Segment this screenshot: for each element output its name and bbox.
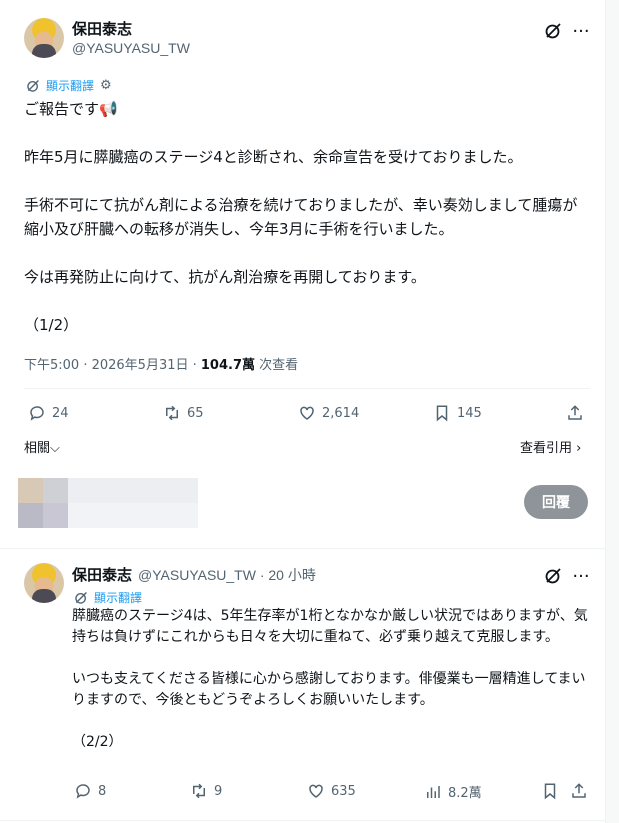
avatar[interactable] — [24, 563, 64, 603]
heart-icon — [309, 784, 323, 798]
bookmark-action[interactable]: 145 — [433, 404, 482, 422]
reply-count: 24 — [52, 405, 69, 421]
grok-icon — [27, 79, 39, 92]
bookmark-icon — [436, 405, 448, 422]
bookmark-count: 145 — [457, 405, 482, 421]
translate-label[interactable]: 顯示翻譯 — [94, 589, 142, 606]
view-count: 104.7萬 — [200, 358, 256, 373]
reply-action[interactable]: 24 — [28, 404, 69, 422]
retweet-count: 65 — [187, 405, 204, 421]
divider — [24, 388, 590, 389]
gear-icon[interactable]: ⚙ — [100, 78, 112, 93]
timestamp[interactable]: 下午5:00 · 2026年5月31日 · — [24, 358, 201, 373]
views-count: 8.2萬 — [448, 786, 482, 801]
translate-row[interactable]: 顯示翻譯 ⚙ — [26, 77, 112, 94]
share-icon — [572, 783, 586, 798]
views-label: 次查看 — [255, 358, 299, 373]
retweet-icon — [193, 783, 205, 799]
reply-icon — [76, 784, 90, 799]
tweet-text: ご報告です📢 昨年5月に膵臓癌のステージ4と診断され、余命宣告を受けておりました… — [24, 100, 578, 334]
author-name[interactable]: 保田泰志 — [72, 18, 132, 39]
reply-button[interactable]: 回覆 — [524, 485, 588, 519]
avatar[interactable] — [24, 18, 64, 58]
like-count: 2,614 — [322, 405, 360, 421]
retweet-action[interactable]: 9 — [190, 782, 222, 800]
composer-placeholder[interactable] — [68, 478, 198, 528]
reply-header: 保田泰志 @YASUYASU_TW · 20 小時 — [72, 564, 316, 585]
analytics-icon — [427, 785, 440, 798]
share-action[interactable] — [566, 404, 584, 422]
grok-icon — [75, 591, 87, 604]
reply-count: 8 — [98, 783, 107, 799]
related-link[interactable]: 相關⌵ — [24, 437, 60, 456]
reply-icon — [30, 406, 44, 421]
share-icon — [568, 405, 582, 420]
retweet-action[interactable]: 65 — [163, 404, 204, 422]
retweet-count: 9 — [214, 783, 223, 799]
grok-icon[interactable] — [542, 20, 564, 42]
translate-label[interactable]: 顯示翻譯 — [46, 77, 94, 94]
grok-icon[interactable] — [542, 565, 564, 587]
divider — [0, 548, 606, 549]
author-handle[interactable]: @YASUYASU_TW — [72, 40, 190, 56]
timeline-column: 保田泰志 @YASUYASU_TW ··· 顯示翻譯 ⚙ ご報告です📢 昨年5月… — [0, 0, 606, 823]
bookmark-icon — [544, 783, 556, 800]
author-handle-time[interactable]: @YASUYASU_TW · 20 小時 — [138, 565, 316, 585]
like-action[interactable]: 635 — [307, 782, 356, 800]
reply-text: 膵臓癌のステージ4は、5年生存率が1桁となかなか厳しい状況ではありますが、気持ち… — [72, 608, 588, 750]
author-name[interactable]: 保田泰志 — [72, 564, 132, 585]
views-action[interactable]: 8.2萬 — [424, 782, 482, 801]
translate-row[interactable]: 顯示翻譯 — [74, 589, 142, 606]
composer-avatar — [18, 478, 68, 528]
retweet-icon — [166, 405, 178, 421]
like-action[interactable]: 2,614 — [298, 404, 359, 422]
more-options-icon[interactable]: ··· — [570, 565, 592, 587]
more-options-icon[interactable]: ··· — [570, 20, 592, 42]
divider — [0, 820, 606, 821]
tweet-meta: 下午5:00 · 2026年5月31日 · 104.7萬 次查看 — [24, 354, 298, 373]
share-action[interactable] — [570, 782, 588, 800]
like-count: 635 — [331, 783, 356, 799]
bookmark-action[interactable] — [541, 782, 559, 800]
reply-action[interactable]: 8 — [74, 782, 106, 800]
view-quotes-link[interactable]: 查看引用 › — [520, 437, 581, 456]
heart-icon — [300, 406, 314, 420]
